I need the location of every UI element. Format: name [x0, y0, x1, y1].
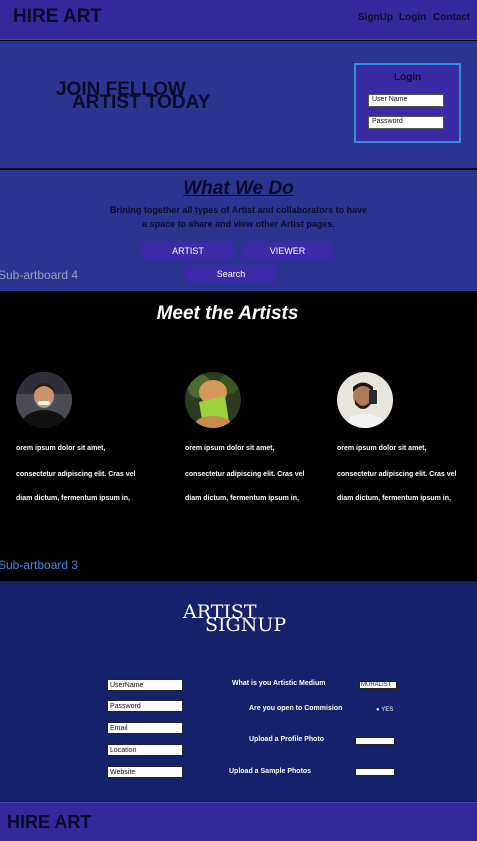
artist-photo-icon — [185, 372, 241, 428]
signup-location-field[interactable]: Location — [107, 744, 183, 756]
signup-website-field[interactable]: Website — [107, 766, 183, 778]
sample-photos-label: Upload a Sample Photos — [229, 768, 312, 775]
artboard-label: Sub-artboard 3 — [0, 558, 79, 572]
artboard-label: Sub-artboard 4 — [0, 268, 79, 282]
meet-artists-section: Meet the Artists orem ipsum dolor sit am… — [0, 291, 477, 581]
nav-login[interactable]: Login — [399, 12, 426, 23]
meet-artists-title: Meet the Artists — [156, 303, 299, 324]
artist-bio-line: consectetur adipiscing elit. Cras vel — [337, 471, 457, 478]
what-we-do-section: What We Do Brining together all types of… — [0, 170, 477, 291]
login-title: Login — [393, 72, 422, 83]
nav-contact[interactable]: Contact — [433, 12, 470, 23]
artist-avatar[interactable] — [16, 372, 72, 428]
artist-photo-icon — [16, 372, 72, 428]
artist-bio-line: consectetur adipiscing elit. Cras vel — [16, 471, 136, 478]
footer-brand[interactable]: HIRE ART — [7, 812, 91, 833]
signup-username-field[interactable]: UserName — [107, 679, 183, 691]
commission-option-label: YES — [381, 707, 394, 713]
what-we-do-text-line1: Brining together all types of Artist and… — [109, 205, 368, 215]
what-we-do-text-line2: a space to share and view other Artist p… — [142, 219, 335, 229]
artist-bio-line: diam dictum, fermentum ipsum in, — [16, 495, 130, 502]
profile-photo-label: Upload a Profile Photo — [249, 736, 325, 743]
login-panel: Login User Name Password — [354, 63, 461, 143]
artist-bio-line: orem ipsum dolor sit amet, — [337, 445, 427, 452]
sample-photos-upload[interactable] — [355, 768, 395, 776]
nav-signup[interactable]: SignUp — [358, 12, 393, 23]
commission-radio[interactable]: ● YES — [376, 707, 393, 713]
signup-email-field[interactable]: Email — [107, 722, 183, 734]
medium-label: What is you Artistic Medium — [232, 680, 326, 687]
radio-dot-icon: ● — [376, 707, 380, 713]
password-input[interactable]: Password — [368, 116, 444, 129]
artist-bio-line: diam dictum, fermentum ipsum in, — [337, 495, 451, 502]
signup-title-line2: SIGNUP — [205, 614, 287, 636]
artist-avatar[interactable] — [337, 372, 393, 428]
artist-avatar[interactable] — [185, 372, 241, 428]
search-button[interactable]: Search — [186, 266, 276, 283]
artist-bio-line: diam dictum, fermentum ipsum in, — [185, 495, 299, 502]
artist-bio-line: consectetur adipiscing elit. Cras vel — [185, 471, 305, 478]
what-we-do-title: What We Do — [183, 178, 294, 199]
artist-button[interactable]: ARTIST — [142, 242, 234, 261]
signup-password-field[interactable]: Password — [107, 700, 183, 712]
viewer-button[interactable]: VIEWER — [242, 242, 333, 261]
site-footer: HIRE ART — [0, 802, 477, 841]
artist-bio-line: orem ipsum dolor sit amet, — [16, 445, 106, 452]
artist-bio-line: orem ipsum dolor sit amet, — [185, 445, 275, 452]
medium-select[interactable]: MURALIST — [359, 681, 397, 689]
hero-headline-line2: ARTIST TODAY — [72, 92, 211, 113]
commission-label: Are you open to Commision — [249, 705, 343, 712]
site-header: HIRE ART SignUp Login Contact — [0, 0, 477, 40]
brand-logo[interactable]: HIRE ART — [13, 6, 102, 28]
profile-photo-upload[interactable] — [355, 737, 395, 745]
artist-signup-section: ARTIST SIGNUP UserName Password Email Lo… — [0, 581, 477, 802]
username-input[interactable]: User Name — [368, 94, 444, 107]
artist-photo-icon — [337, 372, 393, 428]
